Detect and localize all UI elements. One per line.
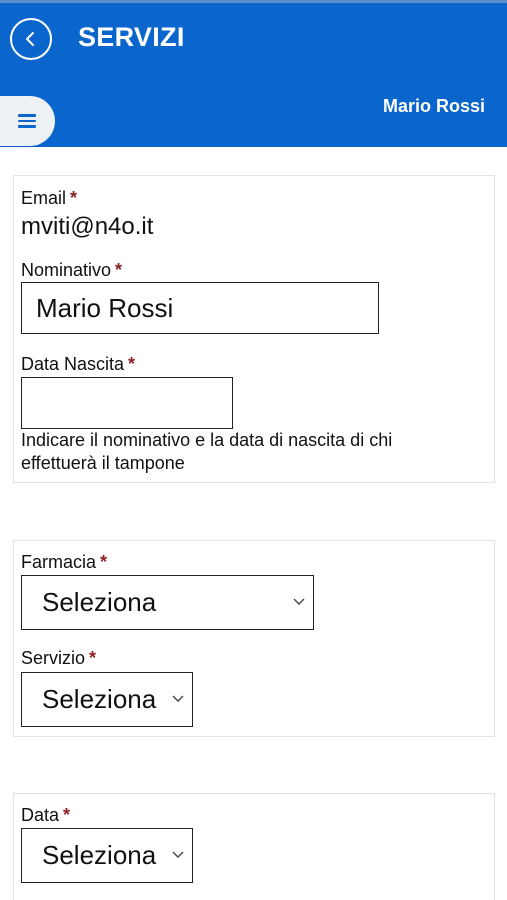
chevron-down-icon xyxy=(172,695,184,702)
chevron-down-icon xyxy=(293,598,305,605)
date-selection-card: Data * Seleziona xyxy=(13,793,495,900)
nominativo-value: Mario Rossi xyxy=(36,292,174,323)
data-select[interactable]: Seleziona xyxy=(21,828,193,883)
service-selection-card: Farmacia * Seleziona Servizio * Seleziona xyxy=(13,540,495,737)
personal-info-card: Email * mviti@n4o.it Nominativo * Mario Ro… xyxy=(13,175,495,483)
app-header: SERVIZI Mario Rossi xyxy=(0,0,507,147)
menu-button[interactable] xyxy=(0,96,55,146)
nominativo-input[interactable]: Mario Rossi xyxy=(21,282,379,334)
back-button[interactable] xyxy=(10,18,52,60)
required-mark: * xyxy=(100,552,108,572)
servizio-selected: Seleziona xyxy=(42,684,157,714)
form-hint: Indicare il nominativo e la data di nasc… xyxy=(21,430,393,473)
data-nascita-input[interactable] xyxy=(21,377,233,429)
required-mark: * xyxy=(115,260,123,280)
data-nascita-label: Data Nascita * xyxy=(21,354,136,374)
chevron-left-icon xyxy=(26,32,34,46)
farmacia-selected: Seleziona xyxy=(42,587,157,617)
farmacia-label: Farmacia * xyxy=(21,552,108,572)
user-name[interactable]: Mario Rossi xyxy=(383,96,485,117)
email-value: mviti@n4o.it xyxy=(21,213,154,240)
farmacia-select[interactable]: Seleziona xyxy=(21,575,314,630)
servizio-select[interactable]: Seleziona xyxy=(21,672,193,727)
email-label: Email * xyxy=(21,188,78,208)
chevron-down-icon xyxy=(172,851,184,858)
required-mark: * xyxy=(63,805,71,825)
nominativo-label: Nominativo * xyxy=(21,260,123,280)
hamburger-menu-icon xyxy=(17,114,36,128)
page-title: SERVIZI xyxy=(78,22,185,52)
required-mark: * xyxy=(70,188,78,208)
required-mark: * xyxy=(89,648,97,668)
header-top-line xyxy=(0,0,507,3)
data-label: Data * xyxy=(21,805,71,825)
data-selected: Seleziona xyxy=(42,840,157,870)
required-mark: * xyxy=(128,354,136,374)
servizio-label: Servizio * xyxy=(21,648,97,668)
